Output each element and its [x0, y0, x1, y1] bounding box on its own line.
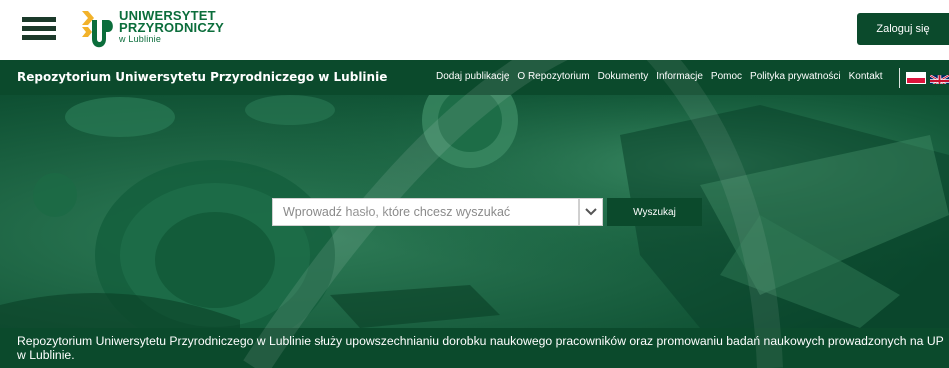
hamburger-icon[interactable]: [22, 17, 56, 41]
chevron-down-icon: [585, 208, 597, 216]
nav-link-help[interactable]: Pomoc: [711, 71, 742, 82]
hero-banner: Wprowadź hasło, które chcesz wyszukać Wy…: [0, 95, 949, 328]
repository-description: Repozytorium Uniwersytetu Przyrodniczego…: [17, 334, 944, 362]
search-placeholder: Wprowadź hasło, które chcesz wyszukać: [283, 205, 511, 219]
nav-link-privacy-policy[interactable]: Polityka prywatności: [750, 71, 841, 82]
nav-link-about[interactable]: O Repozytorium: [517, 71, 589, 82]
logo-text-line2: PRZYRODNICZY: [119, 20, 224, 35]
search-input[interactable]: Wprowadź hasło, które chcesz wyszukać: [272, 198, 579, 226]
nav-link-add-publication[interactable]: Dodaj publikację: [436, 71, 509, 82]
university-logo[interactable]: UNIWERSYTET PRZYRODNICZY w Lublinie: [80, 8, 240, 52]
nav-links: Dodaj publikację O Repozytorium Dokument…: [436, 71, 891, 82]
site-title[interactable]: Repozytorium Uniwersytetu Przyrodniczego…: [17, 70, 387, 84]
description-banner: Repozytorium Uniwersytetu Przyrodniczego…: [0, 328, 949, 368]
up-logo-icon: [82, 11, 113, 48]
pl-flag-icon[interactable]: [906, 72, 926, 84]
nav-divider: [899, 68, 900, 88]
login-button[interactable]: Zaloguj się: [857, 13, 949, 45]
nav-link-contact[interactable]: Kontakt: [849, 71, 883, 82]
uk-flag-icon[interactable]: [930, 72, 949, 84]
nav-link-documents[interactable]: Dokumenty: [598, 71, 649, 82]
main-navbar: Repozytorium Uniwersytetu Przyrodniczego…: [0, 60, 949, 95]
nav-link-information[interactable]: Informacje: [656, 71, 703, 82]
logo-text-line3: w Lublinie: [119, 34, 162, 44]
search-button[interactable]: Wyszukaj: [607, 198, 702, 226]
search-dropdown-button[interactable]: [579, 198, 603, 226]
top-header: UNIWERSYTET PRZYRODNICZY w Lublinie Zalo…: [0, 0, 949, 60]
